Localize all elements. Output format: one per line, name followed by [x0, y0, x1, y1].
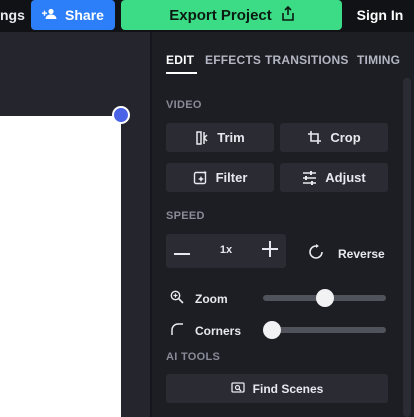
canvas-resize-handle[interactable]: [112, 106, 130, 124]
sign-in-button[interactable]: Sign In: [352, 7, 408, 23]
tab-bar: EDIT EFFECTS TRANSITIONS TIMING: [152, 32, 414, 78]
active-tab-indicator: [166, 72, 197, 74]
export-label: Export Project: [169, 6, 272, 24]
speed-value: 1x: [219, 244, 233, 256]
minus-icon: [174, 242, 190, 260]
canvas-area: [0, 32, 150, 417]
speed-decrease-button[interactable]: [166, 234, 198, 268]
crop-button[interactable]: Crop: [280, 123, 388, 152]
find-scenes-icon: [231, 381, 245, 396]
trim-label: Trim: [217, 130, 245, 145]
zoom-icon: [170, 290, 184, 307]
corners-row: Corners: [170, 322, 241, 339]
share-label: Share: [65, 7, 104, 23]
reverse-toggle[interactable]: Reverse: [308, 244, 385, 263]
tab-timing[interactable]: TIMING: [357, 53, 400, 67]
zoom-slider-thumb[interactable]: [315, 289, 334, 307]
crop-icon: [307, 130, 322, 145]
speed-stepper: 1x: [166, 234, 286, 268]
panel-scrollbar[interactable]: [403, 78, 411, 417]
tab-effects[interactable]: EFFECTS: [205, 53, 261, 67]
crop-label: Crop: [330, 130, 361, 145]
upload-icon: [281, 5, 294, 25]
video-section-label: VIDEO: [166, 99, 202, 111]
filter-label: Filter: [215, 170, 248, 185]
trim-icon: [195, 130, 209, 146]
canvas-preview[interactable]: [0, 116, 121, 417]
share-button[interactable]: Share: [31, 0, 115, 30]
zoom-row: Zoom: [170, 290, 228, 307]
corners-slider[interactable]: [263, 321, 386, 339]
reverse-label: Reverse: [338, 246, 385, 261]
find-scenes-button[interactable]: Find Scenes: [166, 374, 388, 403]
speed-section-label: SPEED: [166, 210, 205, 222]
adjust-icon: [302, 170, 317, 185]
tab-transitions[interactable]: TRANSITIONS: [265, 53, 349, 67]
add-user-icon: [42, 7, 58, 23]
corners-slider-thumb[interactable]: [263, 321, 281, 339]
plus-icon: [262, 240, 278, 262]
tab-edit[interactable]: EDIT: [166, 53, 194, 67]
zoom-slider[interactable]: [263, 289, 386, 307]
ai-tools-section-label: AI TOOLS: [166, 351, 221, 363]
adjust-label: Adjust: [325, 170, 366, 185]
settings-button[interactable]: ngs: [0, 7, 25, 23]
corners-label: Corners: [195, 323, 242, 338]
corners-icon: [170, 322, 184, 339]
filter-icon: [193, 170, 208, 185]
filter-button[interactable]: Filter: [166, 163, 274, 192]
edit-panel: EDIT EFFECTS TRANSITIONS TIMING VIDEO Tr…: [152, 32, 414, 417]
export-project-button[interactable]: Export Project: [121, 0, 342, 30]
reverse-icon: [308, 244, 324, 263]
zoom-label: Zoom: [195, 291, 228, 306]
top-bar: ngs Share Export Project Sign In: [0, 0, 414, 32]
trim-button[interactable]: Trim: [166, 123, 274, 152]
adjust-button[interactable]: Adjust: [280, 163, 388, 192]
speed-increase-button[interactable]: [254, 234, 286, 268]
find-scenes-label: Find Scenes: [252, 381, 324, 396]
